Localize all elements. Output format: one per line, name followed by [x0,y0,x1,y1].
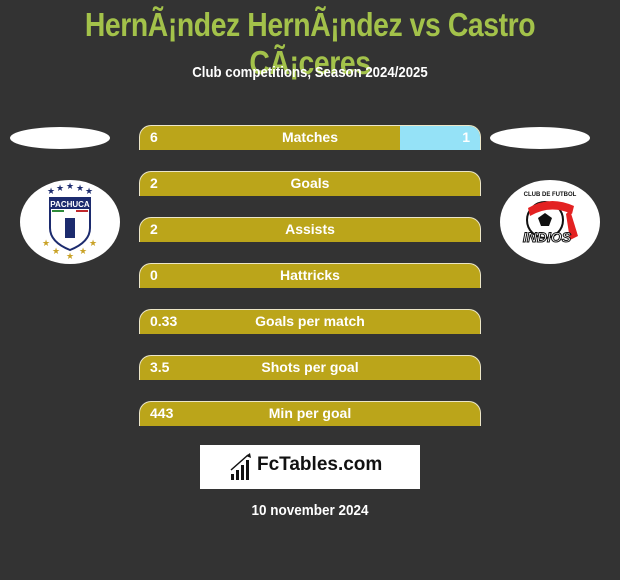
svg-text:CLUB DE FUTBOL: CLUB DE FUTBOL [524,192,577,198]
svg-text:★: ★ [42,239,50,249]
season-subtitle: Club competitions, Season 2024/2025 [192,64,428,81]
svg-text:★: ★ [66,182,74,192]
svg-text:★: ★ [85,187,93,197]
left-player-oval [10,127,110,149]
stat-label: Hattricks [280,267,340,283]
stat-row-matches: 6 Matches 1 [139,125,481,150]
svg-text:INDIOS: INDIOS [523,229,572,245]
svg-text:★: ★ [76,184,84,194]
stat-label: Min per goal [268,405,352,421]
bar-chart-icon [230,453,251,480]
stat-label: Shots per goal [261,359,359,375]
stat-label: Goals [290,175,330,191]
report-date: 10 november 2024 [251,502,369,519]
stat-label: Assists [285,221,335,237]
stat-row-min-per-goal: 443 Min per goal [139,401,481,426]
pachuca-crest-icon: ★ ★ ★ ★ ★ PACHUCA ★ ★ ★ ★ ★ [20,180,120,264]
stat-row-goals-per-match: 0.33 Goals per match [139,309,481,334]
svg-text:★: ★ [66,252,74,262]
stat-row-goals: 2 Goals [139,171,481,196]
fctables-logo[interactable]: FcTables.com [200,445,420,489]
svg-text:PACHUCA: PACHUCA [50,200,90,209]
brand-name: FcTables.com [257,454,383,475]
right-value: 1 [462,129,470,145]
right-player-oval [490,127,590,149]
stat-label: Matches [281,129,339,145]
svg-text:★: ★ [56,184,64,194]
stat-row-hattricks: 0 Hattricks [139,263,481,288]
stat-row-assists: 2 Assists [139,217,481,242]
stat-row-shots-per-goal: 3.5 Shots per goal [139,355,481,380]
svg-text:★: ★ [52,247,60,257]
svg-text:★: ★ [89,239,97,249]
svg-text:★: ★ [47,187,55,197]
stat-label: Goals per match [255,313,365,329]
svg-text:★: ★ [79,247,87,257]
indios-crest-icon: CLUB DE FUTBOL INDIOS [500,180,600,264]
